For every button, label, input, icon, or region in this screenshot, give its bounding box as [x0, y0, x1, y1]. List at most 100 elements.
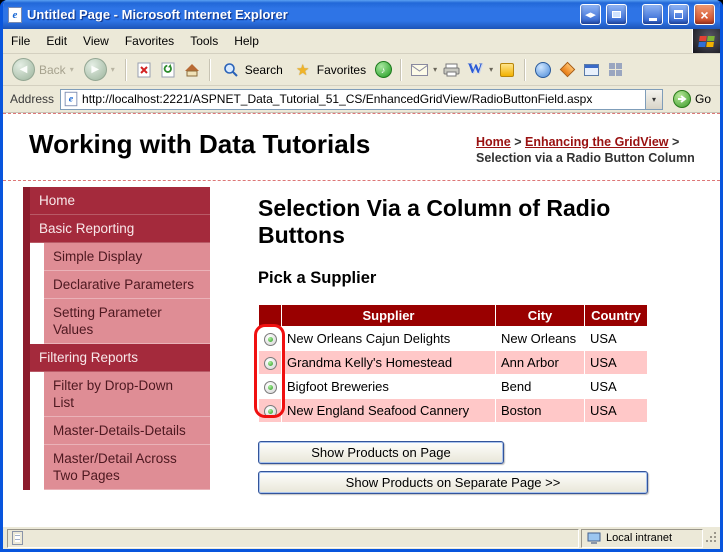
- search-button[interactable]: Search: [218, 59, 286, 81]
- windows-logo-icon: [692, 29, 720, 53]
- suppliers-grid: Supplier City Country New Orleans Cajun …: [258, 304, 648, 423]
- breadcrumb: Home > Enhancing the GridView > Selectio…: [476, 134, 706, 167]
- home-button[interactable]: [182, 60, 202, 80]
- mail-caret-icon[interactable]: ▾: [433, 65, 437, 74]
- status-zone-pane: Local intranet: [581, 529, 703, 548]
- forward-icon: ▶: [84, 58, 107, 81]
- edit-caret-icon[interactable]: ▾: [489, 65, 493, 74]
- sidebar-item-filter-by-drop-down-list[interactable]: Filter by Drop-Down List: [44, 372, 210, 417]
- menu-bar: File Edit View Favorites Tools Help: [3, 29, 720, 54]
- radio-button-icon[interactable]: [264, 405, 277, 418]
- go-button[interactable]: Go: [669, 90, 715, 108]
- city-cell: Boston: [496, 399, 584, 422]
- supplier-radio-cell[interactable]: [259, 351, 281, 374]
- supplier-radio-cell[interactable]: [259, 399, 281, 422]
- refresh-button[interactable]: [158, 60, 178, 80]
- menu-favorites[interactable]: Favorites: [117, 29, 182, 53]
- status-zone-label: Local intranet: [606, 532, 672, 544]
- address-bar: Address e http://localhost:2221/ASPNET_D…: [3, 86, 720, 113]
- tiles-tool-button[interactable]: [605, 60, 625, 80]
- favorites-button[interactable]: ★ Favorites: [290, 59, 369, 81]
- status-page-icon: [12, 531, 23, 545]
- sidebar-item-home[interactable]: Home: [30, 187, 210, 215]
- breadcrumb-link-home[interactable]: Home: [476, 135, 511, 149]
- address-url[interactable]: http://localhost:2221/ASPNET_Data_Tutori…: [82, 92, 641, 106]
- close-button[interactable]: ×: [694, 4, 715, 25]
- title-bar[interactable]: e Untitled Page - Microsoft Internet Exp…: [3, 0, 720, 29]
- toolbar-separator: [209, 59, 211, 81]
- go-arrow-icon: [673, 90, 691, 108]
- sidebar-item-filtering-reports[interactable]: Filtering Reports: [30, 344, 210, 372]
- stop-button[interactable]: [134, 60, 154, 80]
- sidebar-item-declarative-parameters[interactable]: Declarative Parameters: [44, 271, 210, 299]
- menu-file[interactable]: File: [3, 29, 38, 53]
- menu-tools[interactable]: Tools: [182, 29, 226, 53]
- sidebar-item-basic-reporting[interactable]: Basic Reporting: [30, 215, 210, 243]
- breadcrumb-separator: >: [669, 135, 680, 149]
- radio-button-icon[interactable]: [264, 333, 277, 346]
- show-products-on-page-button[interactable]: Show Products on Page: [258, 441, 504, 464]
- research-button[interactable]: [557, 60, 577, 80]
- country-cell: USA: [585, 375, 647, 398]
- tiles-icon: [609, 63, 622, 76]
- favorites-label: Favorites: [317, 63, 366, 77]
- supplier-radio-cell[interactable]: [259, 327, 281, 350]
- grid-header-supplier: Supplier: [282, 305, 495, 326]
- back-caret-icon: ▾: [70, 65, 74, 74]
- table-row: Bigfoot Breweries Bend USA: [259, 375, 647, 398]
- address-label: Address: [8, 92, 54, 106]
- browser-window: e Untitled Page - Microsoft Internet Exp…: [0, 0, 723, 552]
- toolbar-separator: [400, 59, 402, 81]
- sidebar-nav: Home Basic Reporting Simple Display Decl…: [23, 187, 210, 490]
- search-label: Search: [245, 63, 283, 77]
- messenger-icon: [500, 63, 514, 77]
- menu-view[interactable]: View: [75, 29, 117, 53]
- extra-window-button-2[interactable]: [606, 4, 627, 25]
- table-row: New Orleans Cajun Delights New Orleans U…: [259, 327, 647, 350]
- sidebar-accent-strip: [23, 187, 30, 490]
- window-tool-button[interactable]: [581, 60, 601, 80]
- toolbar-separator: [125, 59, 127, 81]
- go-label: Go: [695, 92, 711, 106]
- address-input[interactable]: e http://localhost:2221/ASPNET_Data_Tuto…: [60, 89, 663, 110]
- grid-header-select: [259, 305, 281, 326]
- action-buttons: Show Products on Page Show Products on S…: [258, 441, 698, 494]
- page-title: Selection Via a Column of Radio Buttons: [258, 195, 618, 249]
- status-bar: Local intranet: [3, 526, 720, 549]
- site-title: Working with Data Tutorials: [29, 129, 370, 160]
- web-globe-button[interactable]: [533, 60, 553, 80]
- messenger-button[interactable]: [497, 60, 517, 80]
- word-icon: W: [468, 61, 483, 78]
- toolbar-separator: [524, 59, 526, 81]
- status-left-pane: [7, 529, 579, 548]
- back-label: Back: [39, 63, 66, 77]
- maximize-button[interactable]: [668, 4, 689, 25]
- supplier-radio-cell[interactable]: [259, 375, 281, 398]
- radio-button-icon[interactable]: [264, 357, 277, 370]
- edit-with-word-button[interactable]: W: [465, 60, 485, 80]
- address-dropdown-button[interactable]: ▾: [645, 90, 662, 109]
- menu-help[interactable]: Help: [226, 29, 267, 53]
- mail-button[interactable]: [409, 60, 429, 80]
- menu-edit[interactable]: Edit: [38, 29, 75, 53]
- radio-button-icon[interactable]: [264, 381, 277, 394]
- back-button[interactable]: ◀ Back ▾: [9, 57, 77, 82]
- print-button[interactable]: [441, 60, 461, 80]
- sidebar-item-master-details-details[interactable]: Master-Details-Details: [44, 417, 210, 445]
- sidebar-item-setting-parameter-values[interactable]: Setting Parameter Values: [44, 299, 210, 344]
- breadcrumb-link-enhancing-gridview[interactable]: Enhancing the GridView: [525, 135, 669, 149]
- forward-button[interactable]: ▶ ▾: [81, 57, 118, 82]
- minimize-button[interactable]: [642, 4, 663, 25]
- extra-window-button-1[interactable]: ◀▶: [580, 4, 601, 25]
- media-button[interactable]: ♪: [373, 60, 393, 80]
- section-title: Pick a Supplier: [258, 269, 698, 288]
- sidebar-item-master-detail-across-two-pages[interactable]: Master/Detail Across Two Pages: [44, 445, 210, 490]
- screen-glyph-icon: [612, 11, 621, 18]
- site-header: Working with Data Tutorials Home > Enhan…: [3, 114, 720, 181]
- grid-header-country: Country: [585, 305, 647, 326]
- show-products-separate-page-button[interactable]: Show Products on Separate Page >>: [258, 471, 648, 494]
- resize-grip[interactable]: [705, 529, 718, 547]
- breadcrumb-current: Selection via a Radio Button Column: [476, 151, 695, 165]
- city-cell: Ann Arbor: [496, 351, 584, 374]
- sidebar-item-simple-display[interactable]: Simple Display: [44, 243, 210, 271]
